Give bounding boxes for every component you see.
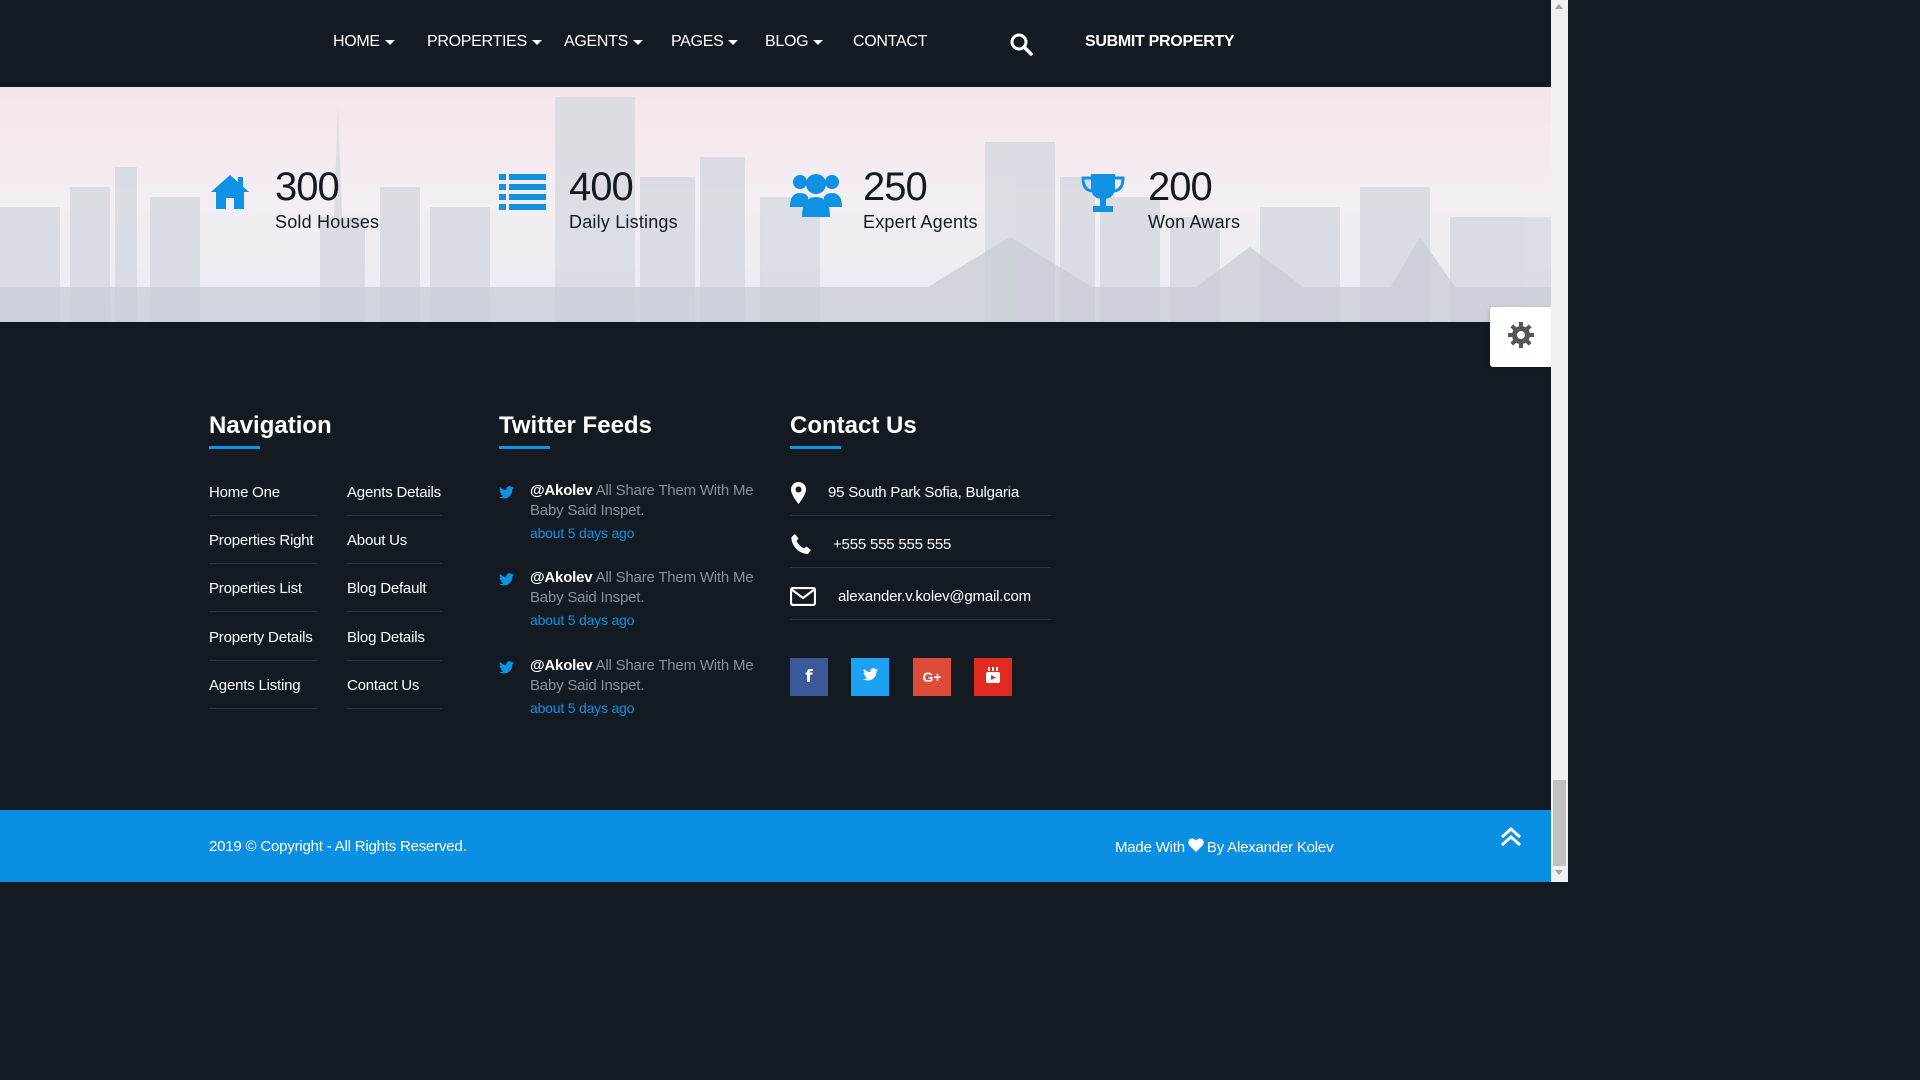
footer-link-agents-details[interactable]: Agents Details [347, 484, 442, 516]
nav-agents[interactable]: AGENTS [564, 33, 643, 51]
counter-label: Won Awars [1148, 212, 1241, 232]
gear-icon [1507, 321, 1535, 354]
youtube-icon [986, 666, 1000, 688]
footer-link-contact-us[interactable]: Contact Us [347, 677, 442, 709]
caret-down-icon [813, 39, 824, 45]
nav-agents-label: AGENTS [564, 33, 628, 50]
footer-twitter-title: Twitter Feeds [499, 412, 652, 439]
made-with-label: Made With [1115, 838, 1185, 856]
nav-pages-label: PAGES [671, 33, 724, 50]
nav-properties-label: PROPERTIES [427, 33, 527, 50]
google-plus-button[interactable]: G+ [913, 658, 951, 696]
footer-contact-title: Contact Us [790, 412, 917, 439]
footer-link-properties-right[interactable]: Properties Right [209, 532, 317, 564]
facebook-icon: f [805, 667, 813, 687]
home-icon [209, 173, 251, 216]
nav-pages[interactable]: PAGES [671, 33, 739, 51]
counter-value: 250 [863, 165, 928, 209]
envelope-icon [789, 586, 817, 611]
bottom-bar: 2019 © Copyright - All Rights Reserved. … [0, 810, 1551, 882]
author-link[interactable]: By Alexander Kolev [1207, 839, 1334, 856]
map-marker-icon [791, 482, 806, 509]
page-scrollbar[interactable] [1551, 0, 1568, 882]
footer-link-home-one[interactable]: Home One [209, 484, 317, 516]
contact-phone[interactable]: +555 555 555 555 [833, 536, 951, 553]
tweet-time-link[interactable]: about 5 days ago [530, 612, 634, 628]
nav-home-label: HOME [333, 33, 380, 50]
tweet-user-link[interactable]: @Akolev [530, 657, 593, 674]
title-underline [790, 446, 841, 449]
made-with-credit: Made With By Alexander Kolev [1115, 838, 1334, 856]
nav-contact[interactable]: CONTACT [853, 33, 927, 51]
contact-address-row: 95 South Park Sofia, Bulgaria [790, 482, 1051, 516]
contact-email-row: alexander.v.kolev@gmail.com [789, 586, 1051, 620]
twitter-icon [862, 668, 878, 686]
top-navigation: HOME PROPERTIES AGENTS PAGES BLOG CONTAC… [0, 0, 1551, 87]
tweet-user-link[interactable]: @Akolev [530, 482, 593, 499]
nav-properties[interactable]: PROPERTIES [427, 33, 542, 51]
caret-down-icon [728, 39, 739, 45]
submit-property-button[interactable]: SUBMIT PROPERTY [1085, 33, 1235, 51]
youtube-button[interactable] [974, 658, 1012, 696]
settings-toggle[interactable] [1490, 307, 1551, 367]
phone-icon [791, 534, 811, 559]
counter-value: 300 [275, 165, 340, 209]
nav-blog[interactable]: BLOG [765, 33, 824, 51]
scrollbar-thumb[interactable] [1553, 780, 1566, 866]
heart-icon [1188, 838, 1204, 856]
caret-down-icon [384, 39, 395, 45]
users-icon [790, 171, 842, 222]
title-underline [499, 446, 550, 449]
twitter-button[interactable] [851, 658, 889, 696]
google-plus-icon: G+ [922, 669, 942, 685]
counter-value: 200 [1148, 165, 1213, 209]
nav-contact-label: CONTACT [853, 33, 928, 50]
scroll-down-arrow-icon[interactable] [1555, 870, 1563, 875]
twitter-bird-icon [499, 573, 514, 591]
search-icon[interactable] [1009, 32, 1033, 56]
counter-label: Expert Agents [863, 212, 978, 232]
scroll-to-top-icon[interactable] [1499, 825, 1523, 849]
footer-link-property-details[interactable]: Property Details [209, 629, 317, 661]
footer-link-agents-listing[interactable]: Agents Listing [209, 677, 317, 709]
contact-phone-row: +555 555 555 555 [790, 534, 1051, 568]
counter-value: 400 [569, 165, 634, 209]
caret-down-icon [531, 39, 542, 45]
trophy-icon [1080, 173, 1126, 218]
tweet-time-link[interactable]: about 5 days ago [530, 525, 634, 541]
title-underline [209, 446, 260, 449]
nav-home[interactable]: HOME [333, 33, 395, 51]
footer-link-about-us[interactable]: About Us [347, 532, 442, 564]
copyright-text: 2019 © Copyright - All Rights Reserved. [209, 838, 467, 855]
tweet-time-link[interactable]: about 5 days ago [530, 700, 634, 716]
footer-link-blog-details[interactable]: Blog Details [347, 629, 442, 661]
scroll-up-arrow-icon[interactable] [1555, 4, 1563, 9]
contact-address: 95 South Park Sofia, Bulgaria [828, 484, 1019, 501]
tweet-user-link[interactable]: @Akolev [530, 569, 593, 586]
caret-down-icon [633, 39, 643, 45]
twitter-bird-icon [499, 486, 514, 504]
footer-navigation-title: Navigation [209, 412, 332, 439]
footer-link-properties-list[interactable]: Properties List [209, 580, 317, 612]
list-icon [499, 173, 547, 216]
contact-email[interactable]: alexander.v.kolev@gmail.com [838, 588, 1031, 605]
counter-section: 300 Sold Houses 400 Daily Listings 250 E… [0, 87, 1551, 322]
nav-blog-label: BLOG [765, 33, 809, 50]
counter-label: Daily Listings [569, 212, 678, 232]
twitter-bird-icon [499, 661, 514, 679]
facebook-button[interactable]: f [790, 658, 828, 696]
counter-label: Sold Houses [275, 212, 380, 232]
footer-link-blog-default[interactable]: Blog Default [347, 580, 442, 612]
